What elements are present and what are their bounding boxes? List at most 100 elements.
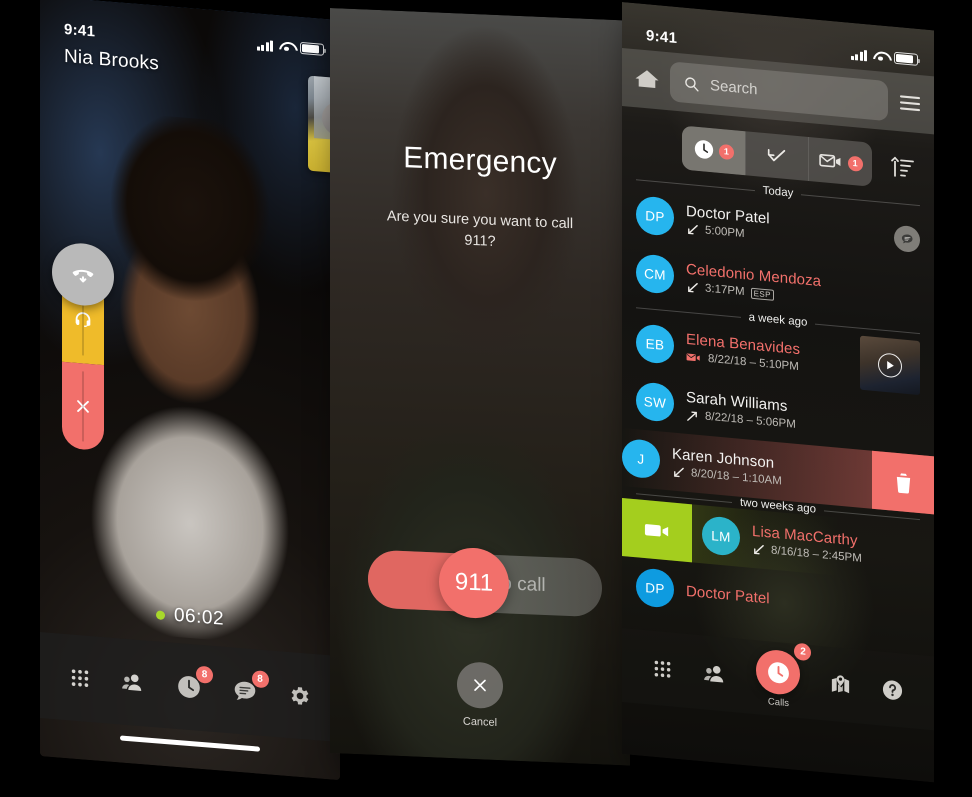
segment-videomail[interactable]: 1 (808, 136, 872, 187)
call-timer-text: 06:02 (173, 604, 225, 630)
call-time: 5:00PM (705, 224, 745, 241)
recent-calls-screen: 9:41 Search 1 1 Today DP Doctor Patel 5:… (622, 2, 934, 783)
tab-recents[interactable]: 8 (176, 665, 213, 701)
incoming-call-icon (674, 467, 684, 477)
calls-active-button[interactable]: 2 (756, 642, 812, 697)
tab-calls-label: Calls (767, 696, 790, 710)
check-arrow-icon (767, 148, 786, 162)
segment-recents[interactable]: 1 (682, 125, 745, 176)
tab-locations[interactable] (829, 672, 852, 697)
avatar: DP (636, 195, 674, 237)
row-content: Lisa MacCarthy 8/16/18 – 2:45PM (752, 522, 920, 570)
trash-icon (896, 472, 910, 493)
video-call-screen: 9:41 Nia Brooks 06:02 8 8 (40, 0, 340, 781)
tab-dialpad[interactable] (652, 657, 673, 680)
emergency-question: Are you sure you want to call 911? (386, 208, 574, 250)
search-input[interactable]: Search (670, 61, 888, 122)
tab-contacts[interactable] (120, 670, 146, 694)
tab-contacts[interactable] (702, 662, 728, 685)
wifi-icon (873, 50, 888, 62)
tab-dialpad[interactable] (69, 666, 91, 690)
home-icon[interactable] (634, 66, 660, 92)
incoming-call-icon (754, 544, 764, 554)
delete-row-button[interactable] (872, 450, 934, 515)
missed-incoming-call-icon (688, 282, 698, 292)
outgoing-call-icon (687, 410, 697, 421)
video-call-row-button[interactable] (622, 498, 692, 563)
contacts-icon (122, 674, 142, 691)
battery-icon (300, 42, 324, 56)
incoming-call-icon (688, 224, 698, 234)
row-content: Doctor Patel 5:00PM (686, 202, 882, 253)
cancel-group: Cancel (330, 656, 630, 735)
tab-settings[interactable] (287, 683, 311, 709)
calls-badge: 2 (794, 642, 812, 662)
tab-calls[interactable]: 2 Calls (756, 642, 812, 710)
battery-icon (894, 52, 918, 66)
status-indicators (256, 39, 324, 56)
segment-divider (82, 371, 84, 442)
emergency-background: Emergency Are you sure you want to call … (330, 8, 630, 766)
row-content: Celedonio Mendoza 3:17PM ESP (686, 260, 920, 314)
end-call-button[interactable] (62, 361, 104, 452)
signal-icon (256, 39, 273, 52)
clock-icon (694, 140, 713, 159)
sort-icon[interactable] (890, 154, 916, 185)
sort-glyph-icon (891, 156, 914, 177)
row-content: Doctor Patel (686, 582, 920, 620)
avatar: J (622, 438, 660, 480)
status-time: 9:41 (64, 20, 96, 40)
avatar: LM (702, 515, 740, 557)
row-chat-button[interactable] (894, 224, 920, 254)
language-tag: ESP (750, 287, 774, 301)
contacts-icon (704, 665, 724, 683)
close-icon (474, 679, 486, 692)
search-placeholder: Search (710, 76, 758, 98)
videomail-thumbnail[interactable] (860, 335, 920, 396)
play-icon (878, 352, 902, 379)
hamburger-icon[interactable] (898, 92, 922, 114)
segment-answered[interactable] (744, 131, 809, 181)
emergency-title: Emergency (403, 141, 557, 181)
avatar: CM (636, 253, 674, 295)
recents-badge: 8 (195, 665, 213, 684)
status-time: 9:41 (646, 26, 678, 47)
row-content: Elena Benavides 8/22/18 – 5:10PM (686, 331, 848, 378)
segment-recents-badge: 1 (718, 143, 734, 160)
phone-down-icon (72, 269, 94, 283)
video-mail-icon (818, 153, 841, 168)
clock-icon (768, 661, 789, 683)
search-icon (685, 76, 699, 91)
emergency-confirm-screen: Emergency Are you sure you want to call … (330, 8, 630, 766)
map-pin-icon (831, 674, 850, 693)
recents-background: 9:41 Search 1 1 Today DP Doctor Patel 5:… (622, 2, 934, 783)
call-time: 3:17PM (705, 282, 745, 299)
screenshot-stage: 9:41 Nia Brooks 06:02 8 8 Emergency Are … (0, 0, 972, 797)
filter-segmented-control: 1 1 (682, 125, 872, 187)
chat-icon (901, 233, 912, 243)
avatar: SW (636, 381, 674, 423)
call-controls-stack (52, 240, 114, 452)
play-triangle-icon (886, 360, 894, 370)
help-icon (882, 679, 902, 700)
dialpad-icon (71, 669, 89, 687)
call-bottom-tabbar: 8 8 (40, 632, 340, 743)
cancel-button[interactable] (457, 661, 503, 710)
video-camera-icon (644, 523, 669, 536)
slide-to-call-control[interactable]: to call 911 (368, 546, 602, 620)
segment-videomail-badge: 1 (847, 155, 863, 172)
call-background: 9:41 Nia Brooks 06:02 8 8 (40, 0, 340, 781)
tab-help[interactable] (881, 677, 904, 702)
avatar: DP (636, 567, 674, 609)
live-indicator-dot (155, 609, 165, 620)
gear-icon (291, 687, 309, 705)
video-mail-icon (686, 353, 700, 362)
signal-icon (850, 48, 867, 61)
avatar: EB (636, 323, 674, 365)
tab-messages[interactable]: 8 (232, 670, 269, 705)
dialpad-icon (654, 660, 671, 678)
contact-name: Doctor Patel (686, 582, 770, 607)
cancel-label: Cancel (462, 715, 498, 730)
row-content: Sarah Williams 8/22/18 – 5:06PM (686, 388, 920, 442)
status-indicators (850, 48, 918, 66)
